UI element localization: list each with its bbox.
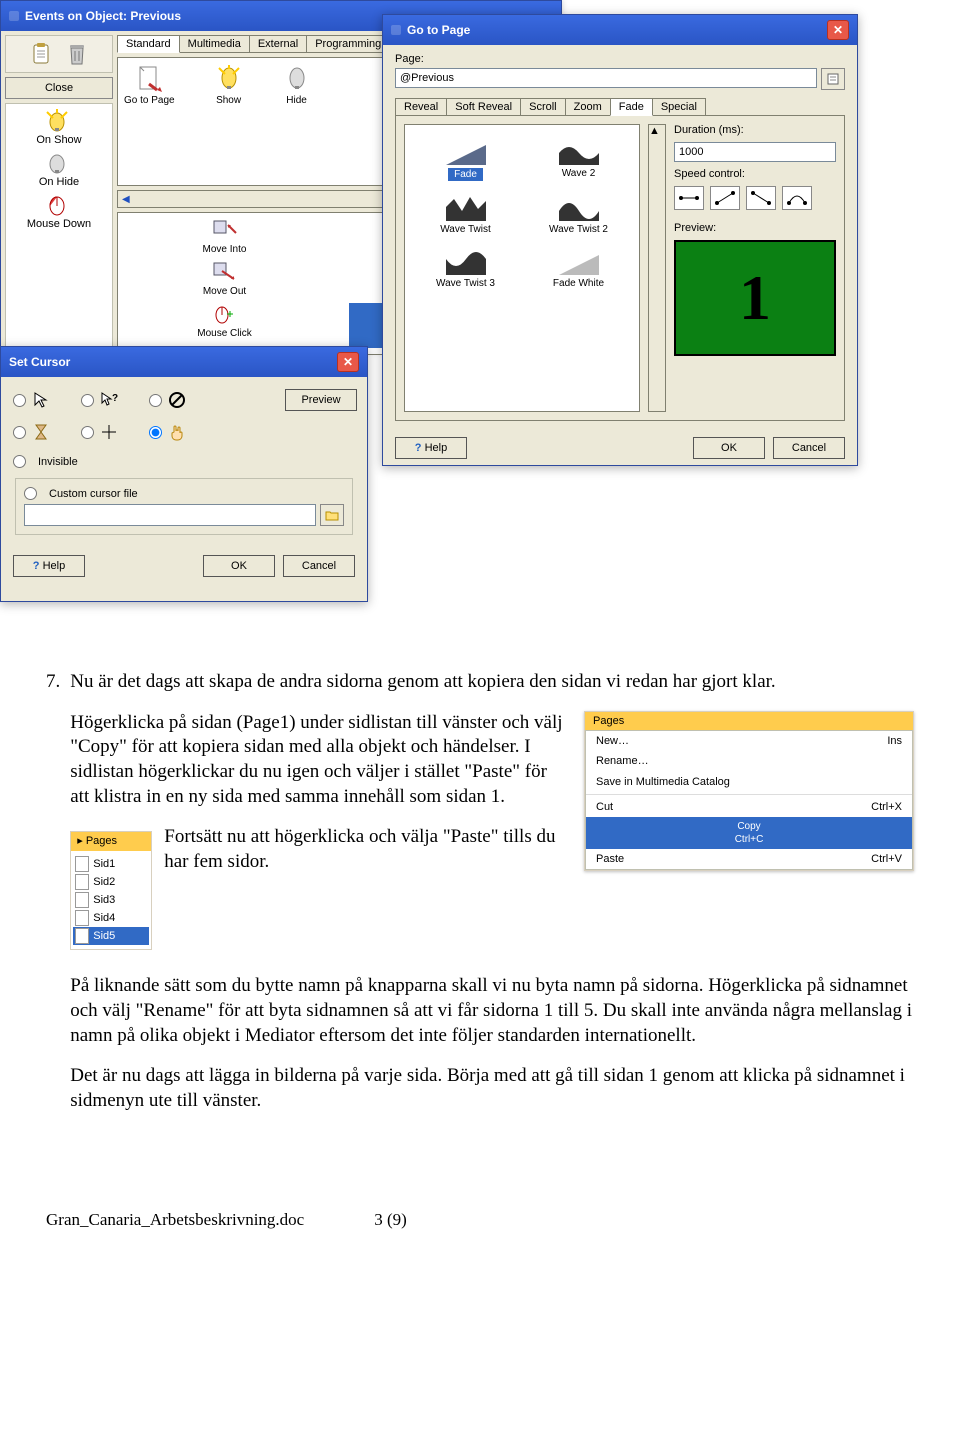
preview-display: 1 — [674, 240, 836, 356]
cursor-cross-option[interactable] — [81, 423, 141, 441]
browse-file-button[interactable] — [320, 504, 344, 526]
cursor-cancel-button[interactable]: Cancel — [283, 555, 355, 577]
events-close-button[interactable]: Close — [5, 77, 113, 99]
event-mouse-down[interactable]: Mouse Down — [10, 192, 108, 230]
cursor-custom-option[interactable]: Custom cursor file — [24, 487, 344, 500]
page-browse-button[interactable] — [821, 68, 845, 90]
menu-save-catalog[interactable]: Save in Multimedia Catalog — [586, 772, 912, 792]
list-number: 7. — [46, 670, 60, 1130]
goto-page-dialog: Go to Page ✕ Page: Reveal Soft Reveal Sc… — [382, 14, 858, 466]
action-move-into[interactable]: Move Into — [124, 219, 325, 255]
action-hide[interactable]: Hide — [283, 64, 311, 106]
events-list[interactable]: On Show On Hide Mouse Down — [5, 103, 113, 355]
footer-page: 3 (9) — [374, 1210, 407, 1230]
page-item-sid2[interactable]: Sid2 — [73, 873, 149, 891]
events-title-text: Events on Object: Previous — [25, 9, 181, 23]
cursor-title-text: Set Cursor — [9, 355, 70, 369]
menu-new[interactable]: New…Ins — [586, 731, 912, 751]
clipboard-icon[interactable] — [27, 40, 55, 68]
tab-external[interactable]: External — [249, 35, 307, 53]
context-menu-screenshot: Pages New…Ins Rename… Save in Multimedia… — [584, 711, 914, 872]
cursor-no-option[interactable] — [149, 391, 209, 409]
tab-reveal[interactable]: Reveal — [395, 98, 447, 116]
goto-window-icon — [391, 25, 401, 35]
transition-wave-twist2[interactable]: Wave Twist 2 — [526, 189, 631, 235]
svg-text:?: ? — [112, 393, 118, 404]
preview-label: Preview: — [674, 222, 836, 234]
goto-ok-button[interactable]: OK — [693, 437, 765, 459]
trash-icon[interactable] — [63, 40, 91, 68]
speed-easein-icon[interactable] — [710, 186, 740, 210]
transition-scrollbar[interactable]: ▲ — [648, 124, 666, 412]
pages-panel-header: ▸ Pages — [71, 832, 151, 850]
transition-list[interactable]: Fade Wave 2 Wave Twist Wave Twist 2 — [404, 124, 640, 412]
cursor-wait-option[interactable] — [13, 423, 73, 441]
goto-title-text: Go to Page — [407, 23, 470, 37]
goto-cancel-button[interactable]: Cancel — [773, 437, 845, 459]
cursor-preview-button[interactable]: Preview — [285, 389, 357, 411]
page-input[interactable] — [395, 68, 817, 88]
speed-control[interactable] — [674, 186, 836, 210]
doc-p1: Nu är det dags att skapa de andra sidorn… — [70, 670, 914, 695]
cursor-invisible-option[interactable]: Invisible — [13, 455, 355, 468]
pages-header: Pages — [585, 712, 913, 730]
tab-soft-reveal[interactable]: Soft Reveal — [446, 98, 521, 116]
doc-p4: På liknande sätt som du bytte namn på kn… — [70, 974, 914, 1048]
pages-panel-screenshot: ▸ Pages Sid1 Sid2 Sid3 Sid4 Sid5 — [70, 831, 152, 949]
transition-wave-twist3[interactable]: Wave Twist 3 — [413, 243, 518, 289]
cursor-help-option[interactable]: ? — [81, 391, 141, 409]
speed-linear-icon[interactable] — [674, 186, 704, 210]
tab-standard[interactable]: Standard — [117, 35, 180, 53]
menu-paste[interactable]: PasteCtrl+V — [586, 849, 912, 869]
goto-titlebar[interactable]: Go to Page ✕ — [383, 15, 857, 45]
events-toolbar — [5, 35, 113, 73]
action-show[interactable]: Show — [215, 64, 243, 106]
duration-label: Duration (ms): — [674, 124, 836, 136]
event-on-show[interactable]: On Show — [10, 108, 108, 146]
event-on-hide[interactable]: On Hide — [10, 150, 108, 188]
tab-scroll[interactable]: Scroll — [520, 98, 566, 116]
speed-label: Speed control: — [674, 168, 836, 180]
page-item-sid5[interactable]: Sid5 — [73, 927, 149, 945]
close-icon[interactable]: ✕ — [827, 20, 849, 40]
menu-copy[interactable]: CopyCtrl+C — [586, 817, 912, 849]
cursor-arrow-option[interactable] — [13, 391, 73, 409]
action-move-out[interactable]: Move Out — [124, 261, 325, 297]
set-cursor-dialog: Set Cursor ✕ ? Preview Invisible Custom … — [0, 346, 368, 602]
action-mouse-click[interactable]: Mouse Click — [124, 303, 325, 348]
transition-wave2[interactable]: Wave 2 — [526, 133, 631, 181]
cursor-ok-button[interactable]: OK — [203, 555, 275, 577]
page-item-sid1[interactable]: Sid1 — [73, 855, 149, 873]
custom-cursor-input[interactable] — [24, 504, 316, 526]
footer-filename: Gran_Canaria_Arbetsbeskrivning.doc — [46, 1210, 304, 1230]
transition-fade[interactable]: Fade — [413, 133, 518, 181]
cursor-hand-option[interactable] — [149, 423, 209, 441]
menu-rename[interactable]: Rename… — [586, 751, 912, 771]
cursor-titlebar[interactable]: Set Cursor ✕ — [1, 347, 367, 377]
custom-cursor-fieldset: Custom cursor file — [15, 478, 353, 535]
speed-easeout-icon[interactable] — [746, 186, 776, 210]
page-item-sid4[interactable]: Sid4 — [73, 909, 149, 927]
goto-help-button[interactable]: ? Help — [395, 437, 467, 459]
context-menu: New…Ins Rename… Save in Multimedia Catal… — [585, 730, 913, 870]
events-window-icon — [9, 11, 19, 21]
tab-zoom[interactable]: Zoom — [565, 98, 611, 116]
doc-p5: Det är nu dags att lägga in bilderna på … — [70, 1064, 914, 1113]
close-icon[interactable]: ✕ — [337, 352, 359, 372]
action-go-to-page[interactable]: Go to Page — [124, 64, 175, 106]
tab-multimedia[interactable]: Multimedia — [179, 35, 250, 53]
transition-wave-twist[interactable]: Wave Twist — [413, 189, 518, 235]
duration-input[interactable] — [674, 142, 836, 162]
tab-programming[interactable]: Programming — [306, 35, 390, 53]
cursor-help-button[interactable]: ? Help — [13, 555, 85, 577]
menu-cut[interactable]: CutCtrl+X — [586, 797, 912, 817]
speed-easeinout-icon[interactable] — [782, 186, 812, 210]
tab-special[interactable]: Special — [652, 98, 706, 116]
page-item-sid3[interactable]: Sid3 — [73, 891, 149, 909]
transition-fade-white[interactable]: Fade White — [526, 243, 631, 289]
tab-fade[interactable]: Fade — [610, 98, 653, 116]
page-label: Page: — [395, 53, 845, 65]
